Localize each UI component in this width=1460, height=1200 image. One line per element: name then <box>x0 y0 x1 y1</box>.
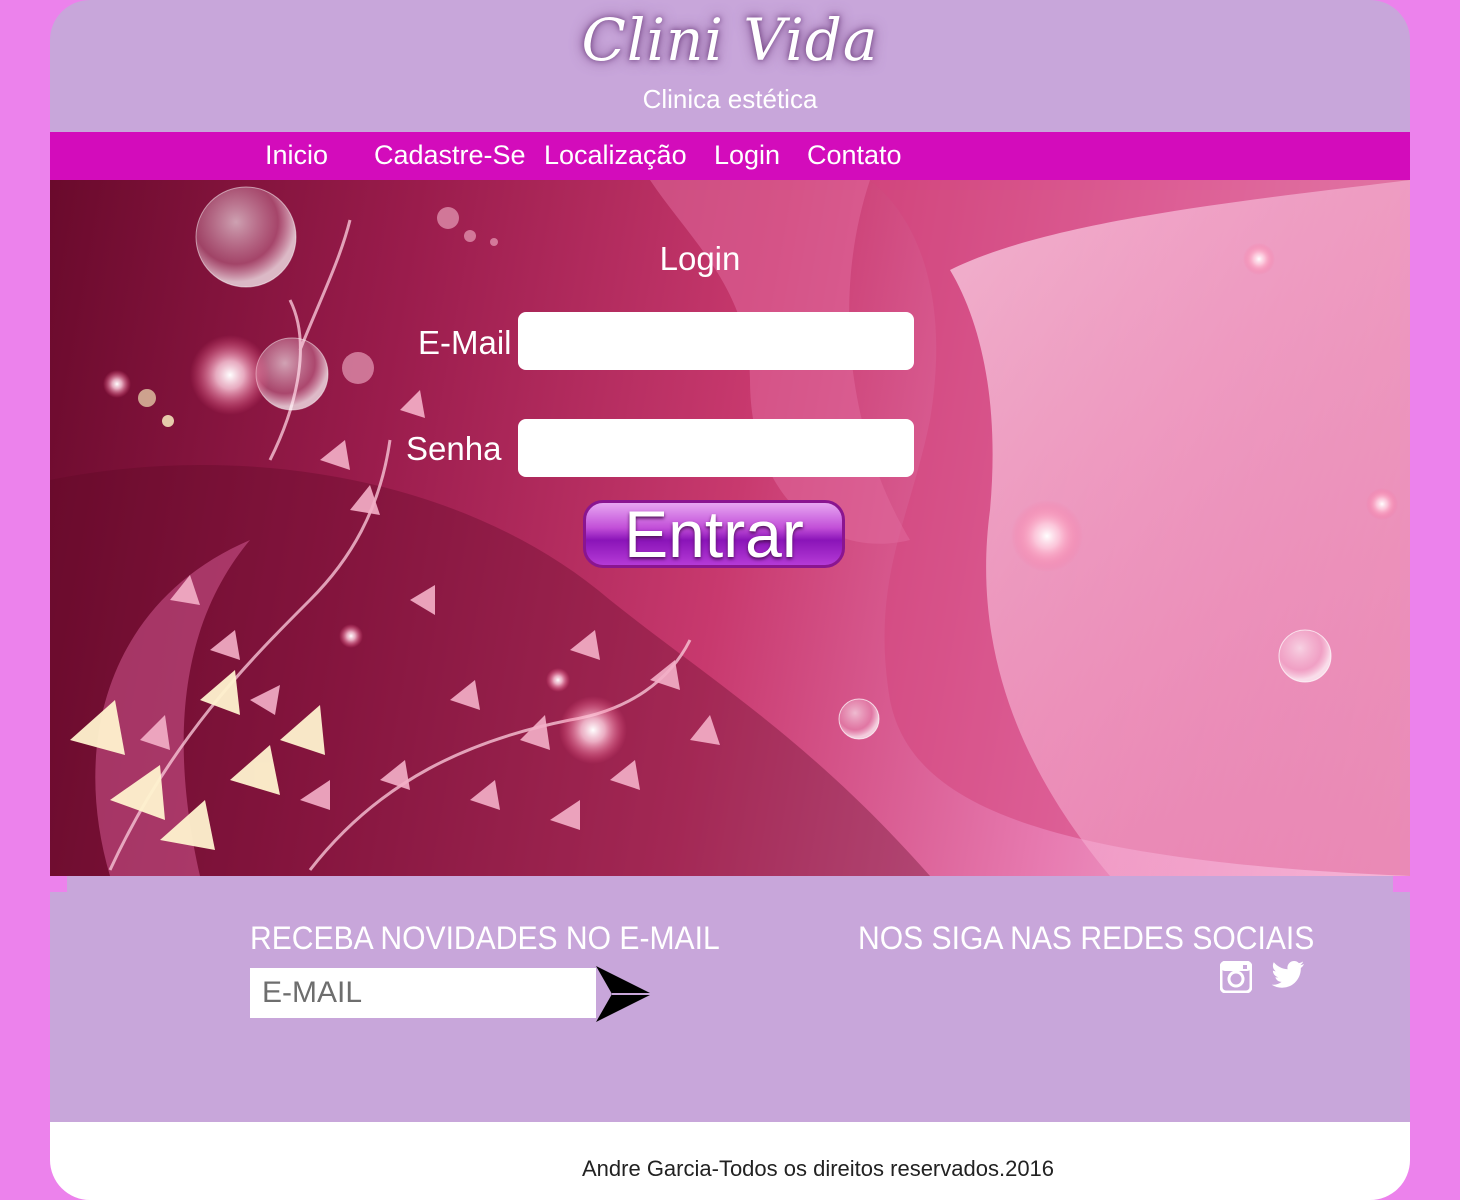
nav-item-inicio[interactable]: Inicio <box>265 140 328 171</box>
footer-notch-right <box>1393 876 1410 892</box>
copyright-text: Andre Garcia-Todos os direitos reservado… <box>582 1156 1055 1181</box>
instagram-icon[interactable] <box>1220 961 1252 993</box>
main-nav: Inicio Cadastre-Se Localização Login Con… <box>50 132 1410 180</box>
twitter-icon[interactable] <box>1271 960 1305 990</box>
arrow-right-icon[interactable] <box>594 964 654 1024</box>
email-label: E-Mail <box>418 324 512 361</box>
hero-login-section: Login E-Mail Senha Entrar <box>50 180 1410 876</box>
nav-item-contato[interactable]: Contato <box>807 140 902 171</box>
site-header: Clini Vida Clinica estética <box>50 0 1410 132</box>
newsletter-email-input[interactable] <box>250 968 596 1018</box>
site-logo[interactable]: Clini Vida <box>50 6 1410 74</box>
password-field[interactable] <box>518 419 914 477</box>
page-container: Clini Vida Clinica estética Inicio Cadas… <box>50 0 1410 1200</box>
social-title: NOS SIGA NAS REDES SOCIAIS <box>858 920 1315 956</box>
site-tagline: Clinica estética <box>642 84 818 114</box>
password-label: Senha <box>406 430 502 467</box>
nav-item-cadastre-se[interactable]: Cadastre-Se <box>374 140 526 171</box>
login-submit-button[interactable]: Entrar <box>583 500 845 568</box>
newsletter-title: RECEBA NOVIDADES NO E-MAIL <box>250 920 720 956</box>
copyright-band: Andre Garcia-Todos os direitos reservado… <box>50 1122 1410 1200</box>
nav-item-login[interactable]: Login <box>714 140 780 171</box>
email-field[interactable] <box>518 312 914 370</box>
login-title: Login <box>659 240 741 277</box>
nav-item-localizacao[interactable]: Localização <box>544 140 687 171</box>
footer-notch-left <box>50 876 67 892</box>
